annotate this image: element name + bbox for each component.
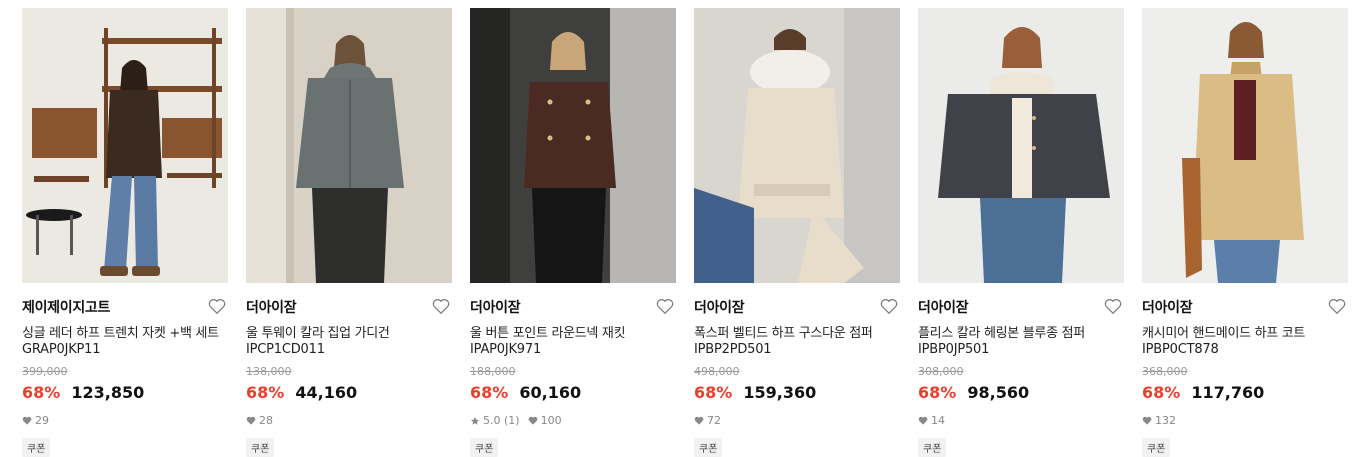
heart-icon[interactable] <box>432 298 450 315</box>
like-count-value: 100 <box>540 414 562 427</box>
sale-price: 123,850 <box>71 383 145 402</box>
product-image[interactable] <box>470 8 676 283</box>
product-card[interactable]: 더아이잗 플리스 칼라 헤링본 블루종 점퍼 IPBP0JP501 308,00… <box>918 8 1124 457</box>
product-name[interactable]: 폭스퍼 벨티드 하프 구스다운 점퍼 <box>694 322 900 341</box>
like-count-value: 29 <box>35 414 49 427</box>
heart-icon[interactable] <box>1104 298 1122 315</box>
discount-rate: 68% <box>246 383 285 402</box>
original-price: 188,000 <box>470 365 516 378</box>
price-row: 68% 117,760 <box>1142 383 1264 405</box>
product-image[interactable] <box>918 8 1124 283</box>
heart-icon[interactable] <box>880 298 898 315</box>
like-count: 72 <box>694 414 721 427</box>
product-name[interactable]: 싱글 레더 하프 트렌치 자켓 +백 세트 <box>22 322 228 341</box>
original-price: 498,000 <box>694 365 740 378</box>
product-card[interactable]: 더아이잗 폭스퍼 벨티드 하프 구스다운 점퍼 IPBP2PD501 498,0… <box>694 8 900 457</box>
product-card[interactable]: 더아이잗 캐시미어 핸드메이드 하프 코트 IPBP0CT878 368,000… <box>1142 8 1348 457</box>
product-card[interactable]: 제이제이지고트 싱글 레더 하프 트렌치 자켓 +백 세트 GRAP0JKP11… <box>22 8 228 457</box>
price-row: 68% 44,160 <box>246 383 357 405</box>
star-icon <box>470 416 480 425</box>
product-name[interactable]: 캐시미어 핸드메이드 하프 코트 <box>1142 322 1348 341</box>
rating-and-likes: 5.0 (1) 100 <box>470 414 562 427</box>
product-code: IPAP0JK971 <box>470 342 542 357</box>
like-heart-icon <box>528 416 537 425</box>
original-price: 399,000 <box>22 365 68 378</box>
heart-icon[interactable] <box>656 298 674 315</box>
coupon-badge: 쿠폰 <box>246 438 275 457</box>
product-card[interactable]: 더아이잗 울 버튼 포인트 라운드넥 재킷 IPAP0JK971 188,000… <box>470 8 676 457</box>
product-image[interactable] <box>246 8 452 283</box>
product-image[interactable] <box>694 8 900 283</box>
coupon-badge: 쿠폰 <box>918 438 947 457</box>
like-heart-icon <box>694 416 704 425</box>
price-row: 68% 98,560 <box>918 383 1029 405</box>
like-heart-icon <box>918 416 928 425</box>
sale-price: 159,360 <box>743 383 817 402</box>
discount-rate: 68% <box>22 383 61 402</box>
like-count-value: 72 <box>707 414 721 427</box>
original-price: 138,000 <box>246 365 292 378</box>
product-name[interactable]: 울 버튼 포인트 라운드넥 재킷 <box>470 322 676 341</box>
product-code: IPBP2PD501 <box>694 342 772 357</box>
product-name[interactable]: 울 투웨이 칼라 집업 가디건 <box>246 322 452 341</box>
original-price: 308,000 <box>918 365 964 378</box>
coupon-badge: 쿠폰 <box>1142 438 1171 457</box>
price-row: 68% 123,850 <box>22 383 144 405</box>
discount-rate: 68% <box>918 383 957 402</box>
brand-name[interactable]: 더아이잗 <box>918 297 969 317</box>
product-image[interactable] <box>22 8 228 283</box>
heart-icon[interactable] <box>208 298 226 315</box>
sale-price: 44,160 <box>295 383 358 402</box>
sale-price: 98,560 <box>967 383 1030 402</box>
like-heart-icon <box>22 416 32 425</box>
product-card[interactable]: 더아이잗 울 투웨이 칼라 집업 가디건 IPCP1CD011 138,000 … <box>246 8 452 457</box>
product-image[interactable] <box>1142 8 1348 283</box>
product-code: IPBP0CT878 <box>1142 342 1219 357</box>
product-code: IPBP0JP501 <box>918 342 990 357</box>
product-grid: 제이제이지고트 싱글 레더 하프 트렌치 자켓 +백 세트 GRAP0JKP11… <box>0 0 1352 457</box>
brand-name[interactable]: 더아이잗 <box>246 297 297 317</box>
coupon-badge: 쿠폰 <box>470 438 499 457</box>
sale-price: 117,760 <box>1191 383 1265 402</box>
like-heart-icon <box>246 416 256 425</box>
like-count-value: 14 <box>931 414 945 427</box>
price-row: 68% 60,160 <box>470 383 581 405</box>
rating-value: 5.0 (1) <box>483 414 520 427</box>
like-count-value: 132 <box>1155 414 1176 427</box>
brand-name[interactable]: 제이제이지고트 <box>22 297 110 317</box>
like-count: 29 <box>22 414 49 427</box>
coupon-badge: 쿠폰 <box>22 438 51 457</box>
like-count-value: 28 <box>259 414 273 427</box>
discount-rate: 68% <box>1142 383 1181 402</box>
brand-name[interactable]: 더아이잗 <box>1142 297 1193 317</box>
price-row: 68% 159,360 <box>694 383 816 405</box>
product-name[interactable]: 플리스 칼라 헤링본 블루종 점퍼 <box>918 322 1124 341</box>
heart-icon[interactable] <box>1328 298 1346 315</box>
brand-name[interactable]: 더아이잗 <box>470 297 521 317</box>
original-price: 368,000 <box>1142 365 1188 378</box>
discount-rate: 68% <box>470 383 509 402</box>
product-code: IPCP1CD011 <box>246 342 325 357</box>
discount-rate: 68% <box>694 383 733 402</box>
sale-price: 60,160 <box>519 383 582 402</box>
like-count: 14 <box>918 414 945 427</box>
like-count: 132 <box>1142 414 1176 427</box>
like-count: 28 <box>246 414 273 427</box>
product-code: GRAP0JKP11 <box>22 342 101 357</box>
brand-name[interactable]: 더아이잗 <box>694 297 745 317</box>
like-heart-icon <box>1142 416 1152 425</box>
coupon-badge: 쿠폰 <box>694 438 723 457</box>
